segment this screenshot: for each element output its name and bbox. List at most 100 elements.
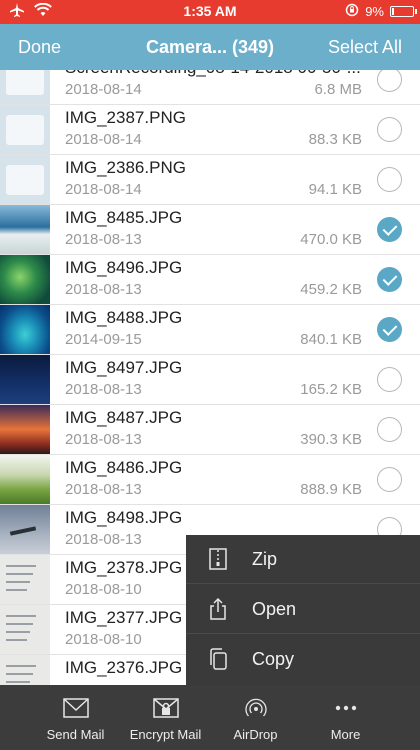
file-size: 459.2 KB [300,281,362,298]
file-row[interactable]: ScreenRecording_08-14-2018 00-50-... 2018… [0,70,420,105]
menu-item-zip[interactable]: Zip [186,535,420,584]
file-thumbnail [0,505,50,554]
selected-checkbox[interactable] [377,217,402,242]
file-thumbnail [0,455,50,504]
unselected-checkbox[interactable] [377,70,402,92]
encrypted-envelope-icon [153,697,179,719]
battery-level [392,8,394,15]
file-row[interactable]: IMG_8488.JPG 2014-09-15 840.1 KB [0,305,420,355]
file-date: 2018-08-13 [65,381,142,398]
file-size: 390.3 KB [300,431,362,448]
select-all-button[interactable]: Select All [328,37,402,58]
battery-percent: 9% [365,4,384,19]
context-menu: Zip Open Copy [186,535,420,685]
file-row[interactable]: IMG_8485.JPG 2018-08-13 470.0 KB [0,205,420,255]
file-name: IMG_2386.PNG [65,158,186,177]
file-name: IMG_2387.PNG [65,108,186,127]
file-date: 2018-08-13 [65,431,142,448]
selected-checkbox[interactable] [377,267,402,292]
file-date: 2018-08-14 [65,81,142,98]
more-button[interactable]: More [293,685,398,750]
document-line [6,639,27,641]
thumbnail-card [6,165,44,195]
menu-item-copy[interactable]: Copy [186,635,420,684]
unselected-checkbox[interactable] [377,367,402,392]
file-date: 2018-08-14 [65,131,142,148]
menu-item-open[interactable]: Open [186,585,420,634]
file-date: 2018-08-13 [65,281,142,298]
file-name: IMG_8496.JPG [65,258,183,277]
document-line [6,681,30,683]
file-size: 888.9 KB [300,481,362,498]
file-name: IMG_2378.JPG [65,558,183,577]
file-thumbnail [0,305,50,354]
envelope-icon [63,697,89,719]
unselected-checkbox[interactable] [377,167,402,192]
file-row[interactable]: IMG_8497.JPG 2018-08-13 165.2 KB [0,355,420,405]
file-name: IMG_8497.JPG [65,358,183,377]
battery-icon [390,6,417,17]
thumbnail-card [6,70,44,95]
airplane-shape [9,526,37,536]
file-date: 2018-08-14 [65,181,142,198]
file-name: IMG_8485.JPG [65,208,183,227]
selected-checkbox[interactable] [377,317,402,342]
airdrop-icon [243,697,269,719]
file-thumbnail [0,205,50,254]
file-row[interactable]: IMG_8486.JPG 2018-08-13 888.9 KB [0,455,420,505]
document-line [6,615,36,617]
status-right-icons: 9% [345,3,417,20]
file-size: 6.8 MB [314,81,362,98]
document-line [6,631,30,633]
document-line [6,573,33,575]
document-line [6,623,33,625]
file-size: 88.3 KB [308,131,362,148]
file-thumbnail [0,155,50,204]
file-size: 470.0 KB [300,231,362,248]
unselected-checkbox[interactable] [377,467,402,492]
file-name: IMG_8488.JPG [65,308,183,327]
file-name: IMG_8486.JPG [65,458,183,477]
menu-item-label: Open [252,599,297,619]
unselected-checkbox[interactable] [377,117,402,142]
menu-item-label: Zip [252,549,278,569]
thumbnail-card [6,115,44,145]
toolbar-label: More [330,727,361,742]
file-row[interactable]: IMG_2387.PNG 2018-08-14 88.3 KB [0,105,420,155]
document-line [6,565,36,567]
file-date: 2018-08-10 [65,581,142,598]
file-thumbnail [0,555,50,604]
rotation-lock-icon [345,3,359,20]
file-row[interactable]: IMG_8496.JPG 2018-08-13 459.2 KB [0,255,420,305]
file-thumbnail [0,655,50,685]
file-size: 165.2 KB [300,381,362,398]
file-date: 2018-08-13 [65,531,142,548]
file-row[interactable]: IMG_8487.JPG 2018-08-13 390.3 KB [0,405,420,455]
file-name: ScreenRecording_08-14-2018 00-50-... [65,70,361,78]
file-thumbnail [0,255,50,304]
file-date: 2018-08-10 [65,631,142,648]
file-date: 2018-08-13 [65,231,142,248]
file-row[interactable]: IMG_2386.PNG 2018-08-14 94.1 KB [0,155,420,205]
file-thumbnail [0,355,50,404]
file-thumbnail [0,605,50,654]
document-line [6,589,27,591]
unselected-checkbox[interactable] [377,417,402,442]
document-line [6,581,30,583]
bottom-toolbar: Send Mail Encrypt Mail AirDrop More [0,685,420,750]
share-icon [206,597,230,621]
navigation-bar: Done Camera... (349) Select All [0,24,420,70]
file-name: IMG_2377.JPG [65,608,183,627]
file-name: IMG_8487.JPG [65,408,183,427]
status-bar: 1:35 AM 9% [0,0,420,24]
zip-icon [206,547,230,571]
document-line [6,665,36,667]
file-date: 2014-09-15 [65,331,142,348]
document-line [6,673,33,675]
file-size: 94.1 KB [308,181,362,198]
file-thumbnail [0,105,50,154]
file-size: 840.1 KB [300,331,362,348]
file-date: 2018-08-13 [65,481,142,498]
file-name: IMG_2376.JPG [65,658,183,677]
file-thumbnail [0,405,50,454]
